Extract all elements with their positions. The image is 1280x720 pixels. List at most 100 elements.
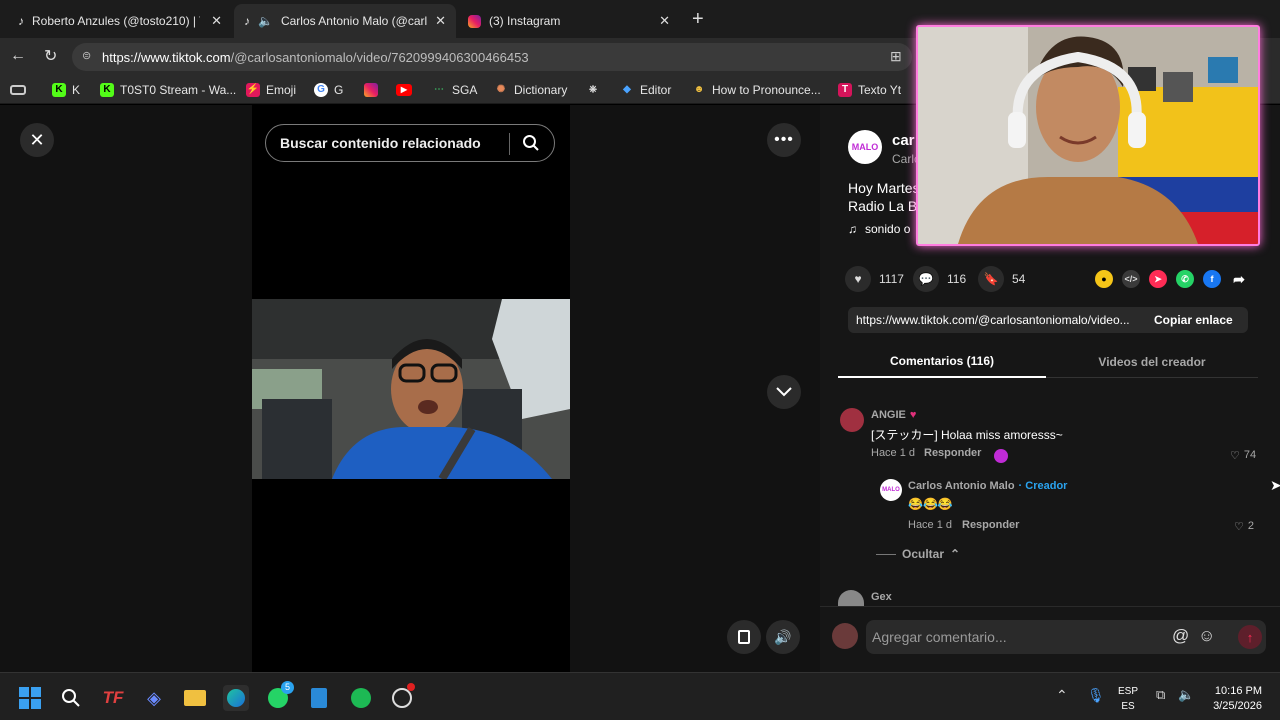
add-comment-input[interactable]: Agregar comentario... @ ☺ <box>866 620 1266 654</box>
comment-username: Carlos Antonio Malo <box>908 480 1015 492</box>
heart-outline-icon: ♡ <box>1234 521 1244 533</box>
post-comment-button[interactable]: ↑ <box>1238 625 1262 649</box>
creator-tag: · Creador <box>1018 480 1068 492</box>
avatar[interactable]: MALO <box>880 479 902 501</box>
video-description-line1: Hoy Martes <box>848 180 920 196</box>
speaker-icon[interactable]: 🔈 <box>1178 687 1194 703</box>
language-indicator[interactable]: ESP ES <box>1118 684 1138 714</box>
tab-creator-videos[interactable]: Videos del creador <box>1046 346 1258 378</box>
bookmark-openai[interactable]: ⎈ <box>586 81 600 99</box>
share-link-url[interactable]: https://www.tiktok.com/@carlosantoniomal… <box>856 313 1146 327</box>
bookmark-pronounce[interactable]: ☻ How to Pronounce... <box>692 81 821 99</box>
language-code: ESP <box>1118 686 1139 697</box>
bookmark-texto-yt[interactable]: T Texto Yt <box>838 81 901 99</box>
new-tab-icon[interactable]: + <box>692 8 704 31</box>
person-icon: ☻ <box>693 84 705 95</box>
tf-app-icon[interactable]: TF <box>100 685 126 711</box>
edge-browser-icon[interactable] <box>223 685 249 711</box>
more-options-button[interactable]: ••• <box>767 123 801 157</box>
heart-icon: ♥ <box>845 266 871 292</box>
whatsapp-icon[interactable]: 5 <box>265 681 294 711</box>
close-icon[interactable]: ✕ <box>659 13 670 29</box>
tab-instagram[interactable]: (3) Instagram ✕ <box>458 4 680 38</box>
author-avatar[interactable]: MALO <box>848 130 882 164</box>
close-icon[interactable]: ✕ <box>435 13 446 29</box>
avatar[interactable] <box>840 408 864 432</box>
sidebar-toggle-icon[interactable] <box>10 81 26 99</box>
pip-button[interactable] <box>727 620 761 654</box>
chevron-down-icon <box>767 375 801 409</box>
site-info-icon[interactable]: ⊜ <box>82 49 91 62</box>
mention-icon[interactable]: @ <box>1172 626 1189 646</box>
author-name[interactable]: car <box>892 132 915 149</box>
close-icon[interactable]: ✕ <box>211 13 222 29</box>
url-field[interactable]: ⊜ https://www.tiktok.com/@carlosantoniom… <box>72 43 912 71</box>
close-video-button[interactable]: ✕ <box>20 123 54 157</box>
network-icon[interactable]: ⧉ <box>1156 687 1165 703</box>
obs-icon[interactable] <box>389 683 415 711</box>
microphone-icon[interactable]: 🎙 <box>1087 687 1105 704</box>
windows-start-icon[interactable] <box>17 685 43 711</box>
comment-user[interactable]: ANGIE ♥ <box>871 409 916 421</box>
kick-icon: K <box>52 83 66 97</box>
coin-share-icon[interactable]: ● <box>1095 270 1113 288</box>
search-icon[interactable] <box>58 685 84 711</box>
next-video-button[interactable] <box>767 375 801 409</box>
reply-button[interactable]: Responder <box>962 519 1019 531</box>
tab-carlos[interactable]: ♪ 🔈 Carlos Antonio Malo (@carlos ✕ <box>234 4 456 38</box>
embed-icon[interactable]: </> <box>1122 270 1140 288</box>
bookmark-label: Texto Yt <box>858 83 902 97</box>
comment-tabs: Comentarios (116) Videos del creador <box>838 346 1258 378</box>
related-search-input[interactable]: Buscar contenido relacionado <box>265 124 555 162</box>
emoji-bolt-icon: ⚡ <box>246 83 260 97</box>
comment-username[interactable]: Gex <box>871 591 892 603</box>
bookmark-label: K <box>72 83 81 97</box>
bookmark-k[interactable]: KK <box>52 81 80 99</box>
volume-button[interactable]: 🔊 <box>766 620 800 654</box>
comment-user[interactable]: Carlos Antonio Malo · Creador <box>908 480 1067 492</box>
sound-link[interactable]: ♫ sonido o <box>848 222 910 236</box>
bookmark-editor[interactable]: ◆ Editor <box>620 81 671 99</box>
comment-like[interactable]: ♡ 2 <box>1234 520 1254 533</box>
comment-like[interactable]: ♡ 74 <box>1230 449 1256 462</box>
comment-action[interactable]: 💬 116 <box>913 266 966 292</box>
copy-link-button[interactable]: Copiar enlace <box>1154 313 1233 327</box>
back-icon[interactable]: ← <box>10 47 26 65</box>
bookmark-tosto-stream[interactable]: K T0ST0 Stream - Wa... <box>100 81 236 99</box>
instagram-icon <box>468 14 481 28</box>
hide-label: Ocultar <box>902 547 945 561</box>
search-icon[interactable] <box>522 134 540 155</box>
google-icon: G <box>314 83 328 97</box>
save-action[interactable]: 🔖 54 <box>978 266 1025 292</box>
tab-title: Carlos Antonio Malo (@carlos <box>280 14 427 28</box>
bookmark-google[interactable]: GG <box>314 81 343 99</box>
reply-button[interactable]: Responder <box>924 447 981 459</box>
video-frame[interactable] <box>252 299 570 479</box>
tab-comments[interactable]: Comentarios (116) <box>838 346 1046 378</box>
notepad-icon[interactable] <box>306 685 332 711</box>
spotify-icon[interactable] <box>348 685 374 711</box>
bookmark-instagram[interactable] <box>364 81 378 99</box>
speaker-icon[interactable]: 🔈 <box>258 14 273 28</box>
bookmark-emoji[interactable]: ⚡ Emoji <box>246 81 296 99</box>
like-action[interactable]: ♥ 1117 <box>845 266 904 292</box>
bookmark-dictionary[interactable]: ✺ Dictionary <box>494 81 568 99</box>
emoji-icon[interactable]: ☺ <box>1198 626 1215 646</box>
openai-icon: ⎈ <box>589 84 597 95</box>
chevron-up-icon[interactable]: ⌃ <box>1056 687 1068 704</box>
bookmark-sga[interactable]: ⋯ SGA <box>432 81 477 99</box>
avatar-logo-text: MALO <box>851 142 879 152</box>
apps-icon[interactable]: ⊞ <box>890 48 902 65</box>
file-explorer-icon[interactable] <box>182 685 208 711</box>
bookmark-youtube[interactable]: ▶ <box>396 81 412 99</box>
clock[interactable]: 10:16 PM 3/25/2026 <box>1204 684 1262 714</box>
dev-app-icon[interactable]: ◈ <box>141 685 167 711</box>
share-arrow-icon[interactable]: ➦ <box>1230 270 1248 288</box>
hide-replies-button[interactable]: Ocultar ⌃ <box>876 547 960 561</box>
send-icon[interactable]: ➤ <box>1149 270 1167 288</box>
search-placeholder: Buscar contenido relacionado <box>280 135 481 151</box>
tab-roberto[interactable]: ♪ Roberto Anzules (@tosto210) | Tik ✕ <box>8 4 232 38</box>
reload-icon[interactable]: ↻ <box>44 46 57 66</box>
facebook-icon[interactable]: f <box>1203 270 1221 288</box>
whatsapp-icon[interactable]: ✆ <box>1176 270 1194 288</box>
